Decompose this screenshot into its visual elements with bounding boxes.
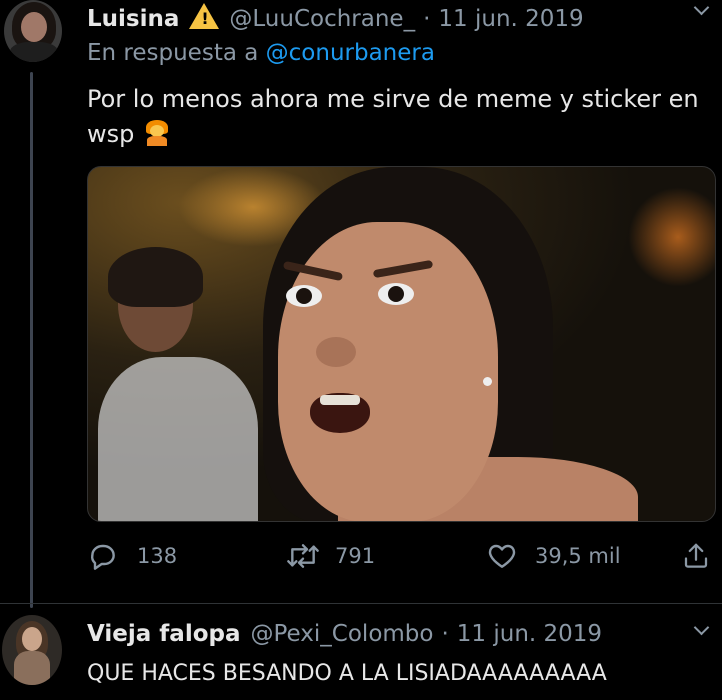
tweet-text: Por lo menos ahora me sirve de meme y st… <box>87 82 712 152</box>
person-emoji-icon <box>144 120 170 146</box>
like-button[interactable]: 39,5 mil <box>485 540 621 572</box>
display-name[interactable]: Vieja falopa <box>87 621 241 647</box>
divider <box>0 603 722 604</box>
chevron-down-icon[interactable] <box>693 0 710 16</box>
reply-icon <box>91 544 115 570</box>
background-person <box>98 247 258 521</box>
reply-mention-link[interactable]: @conurbanera <box>266 40 435 66</box>
tweet-actions: 138 791 39,5 mil <box>87 540 717 580</box>
tweet-header: Luisina @LuuCochrane_ · 11 jun. 2019 <box>87 0 584 32</box>
user-handle[interactable]: @Pexi_Colombo <box>251 621 434 647</box>
tweet-image[interactable] <box>87 166 716 522</box>
separator: · <box>423 6 431 32</box>
share-button[interactable] <box>681 540 711 572</box>
earring <box>483 377 492 386</box>
avatar[interactable] <box>2 615 62 685</box>
thread-line <box>30 72 33 608</box>
reply-prefix: En respuesta a <box>87 40 259 66</box>
reply-count: 138 <box>137 544 178 568</box>
avatar-face <box>21 12 47 42</box>
reply-context: En respuesta a @conurbanera <box>87 40 435 66</box>
warning-icon <box>189 3 220 29</box>
like-count: 39,5 mil <box>535 544 621 568</box>
tweet-text-content: Por lo menos ahora me sirve de meme y st… <box>87 85 699 148</box>
avatar-body <box>14 651 50 685</box>
tweet-date[interactable]: 11 jun. 2019 <box>438 6 583 32</box>
eye-right <box>378 283 414 305</box>
tweet-header: Vieja falopa @Pexi_Colombo · 11 jun. 201… <box>87 621 602 647</box>
chevron-down-icon[interactable] <box>693 619 710 636</box>
retweet-count: 791 <box>335 544 376 568</box>
eye-left <box>286 285 322 307</box>
separator: · <box>441 621 449 647</box>
avatar[interactable] <box>4 0 62 62</box>
user-handle[interactable]: @LuuCochrane_ <box>229 6 415 32</box>
retweet-icon <box>287 544 319 568</box>
display-name[interactable]: Luisina <box>87 6 179 32</box>
tweet-text: QUE HACES BESANDO A LA LISIADAAAAAAAAA <box>87 661 607 686</box>
tweet-date[interactable]: 11 jun. 2019 <box>457 621 602 647</box>
reply-button[interactable]: 138 <box>87 540 177 572</box>
share-icon <box>684 543 708 568</box>
avatar-face <box>22 627 42 651</box>
retweet-button[interactable]: 791 <box>285 540 375 572</box>
heart-icon <box>488 544 516 568</box>
avatar-shirt <box>10 42 58 62</box>
